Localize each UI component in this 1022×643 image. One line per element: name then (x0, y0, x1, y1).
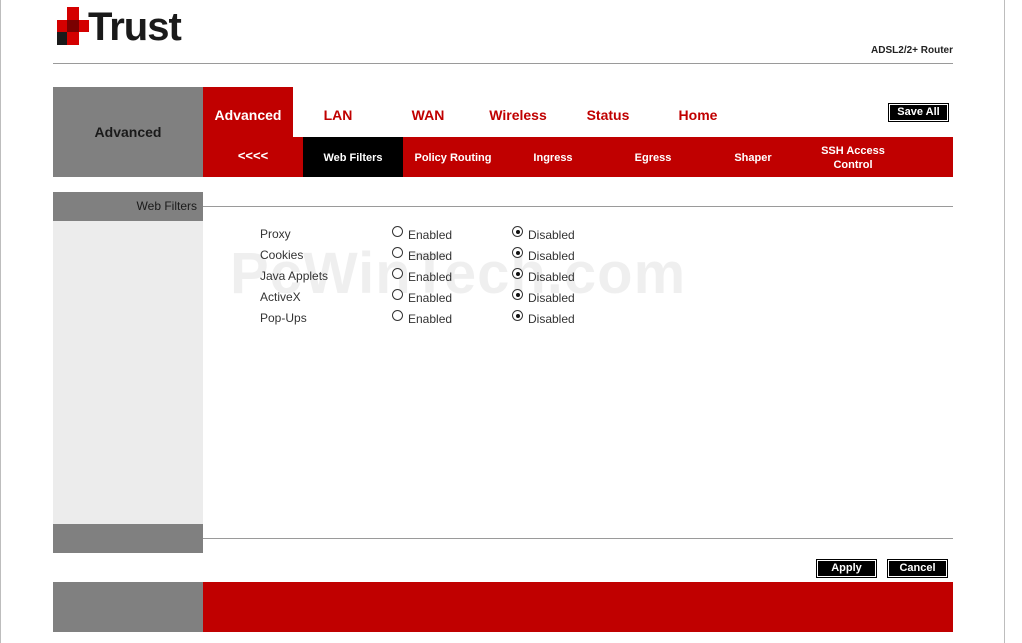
proxy-enabled-radio[interactable] (392, 226, 403, 237)
radio-label: Enabled (408, 291, 453, 305)
radio-label: Enabled (408, 312, 453, 326)
radio-label: Disabled (528, 312, 575, 326)
tab-wan[interactable]: WAN (383, 107, 473, 123)
logo-text: Trust (88, 5, 182, 49)
radio-label: Enabled (408, 249, 453, 263)
left-border (0, 0, 1, 643)
radio-label: Enabled (408, 270, 453, 284)
radio-label: Disabled (528, 270, 575, 284)
filter-label-java-applets: Java Applets (260, 269, 329, 283)
filter-label-cookies: Cookies (260, 248, 304, 262)
content-top-divider (203, 206, 953, 207)
tab-lan[interactable]: LAN (293, 107, 383, 123)
save-all-button[interactable]: Save All (888, 103, 949, 122)
cookies-enabled-radio[interactable] (392, 247, 403, 258)
proxy-disabled-radio[interactable] (512, 226, 523, 237)
radio-label: Disabled (528, 291, 575, 305)
radio-label: Disabled (528, 228, 575, 242)
filter-label-proxy: Proxy (260, 227, 291, 241)
sidebar-footer (53, 524, 203, 553)
footer-left-panel (53, 582, 203, 632)
pop-ups-enabled-radio[interactable] (392, 310, 403, 321)
section-title: Advanced (94, 124, 162, 140)
activex-disabled-radio[interactable] (512, 289, 523, 300)
cookies-disabled-radio[interactable] (512, 247, 523, 258)
filter-label-pop-ups: Pop-Ups (260, 311, 307, 325)
footer-red-bar (203, 582, 953, 632)
subnav-shaper[interactable]: Shaper (703, 151, 803, 165)
subnav-egress[interactable]: Egress (603, 151, 703, 165)
subnav-ssh-access-control[interactable]: SSH Access Control (803, 144, 903, 172)
subnav-web-filters[interactable]: Web Filters (303, 151, 403, 165)
scrollbar-track[interactable] (1004, 0, 1005, 643)
java-applets-enabled-radio[interactable] (392, 268, 403, 279)
tab-advanced[interactable]: Advanced (203, 107, 293, 123)
subnav-back[interactable]: <<<< (203, 149, 303, 163)
apply-button[interactable]: Apply (816, 559, 877, 578)
sidebar-body (53, 221, 203, 524)
tab-home[interactable]: Home (653, 107, 743, 123)
trust-logo-icon (57, 7, 89, 45)
java-applets-disabled-radio[interactable] (512, 268, 523, 279)
sidebar-title: Web Filters (53, 192, 203, 221)
tab-wireless[interactable]: Wireless (473, 107, 563, 123)
filter-label-activex: ActiveX (260, 290, 301, 304)
subnav-policy-routing[interactable]: Policy Routing (403, 151, 503, 165)
header-divider (53, 63, 953, 64)
content-bottom-divider (203, 538, 953, 539)
pop-ups-disabled-radio[interactable] (512, 310, 523, 321)
subnav-ingress[interactable]: Ingress (503, 151, 603, 165)
radio-label: Enabled (408, 228, 453, 242)
cancel-button[interactable]: Cancel (887, 559, 948, 578)
product-name: ADSL2/2+ Router (871, 45, 953, 56)
radio-label: Disabled (528, 249, 575, 263)
activex-enabled-radio[interactable] (392, 289, 403, 300)
tab-status[interactable]: Status (563, 107, 653, 123)
